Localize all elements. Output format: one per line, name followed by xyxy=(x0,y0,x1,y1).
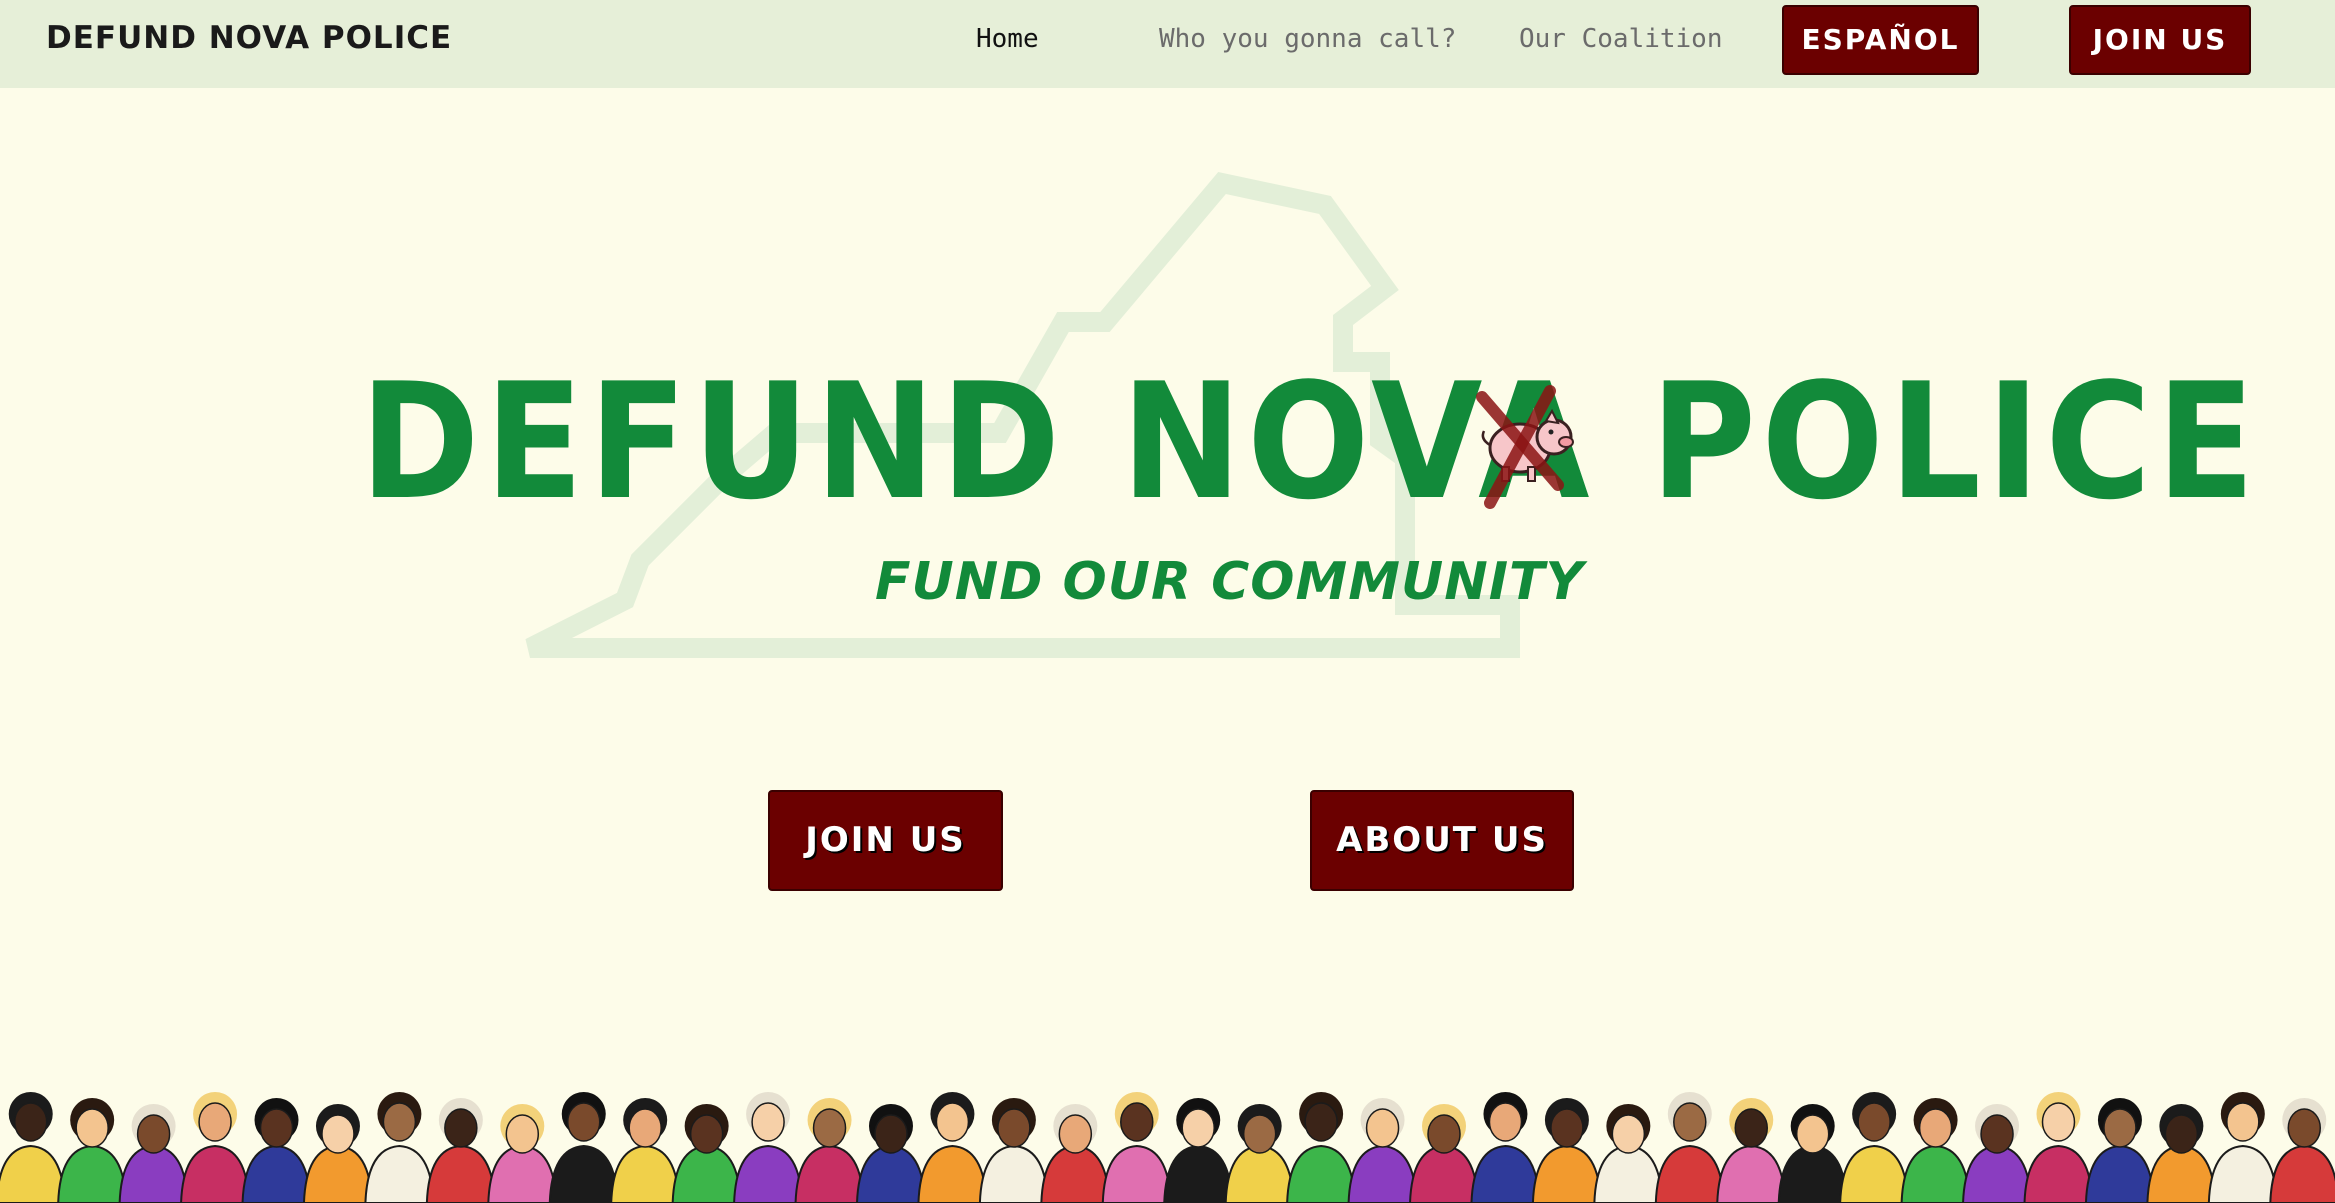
crowd-people-graphic xyxy=(0,1092,2335,1203)
crowd-person xyxy=(855,1104,926,1203)
crowd-person xyxy=(1593,1104,1664,1203)
crowd-person xyxy=(1470,1092,1541,1203)
crowd-person xyxy=(1716,1098,1787,1203)
crowd-person xyxy=(180,1092,251,1203)
crowd-person xyxy=(671,1104,742,1203)
hero-join-us-button[interactable]: JOIN US xyxy=(768,790,1003,891)
crowd-person xyxy=(302,1104,373,1203)
crowd-person xyxy=(1101,1092,1172,1203)
crowd-person xyxy=(548,1092,619,1203)
crowd-person xyxy=(1900,1098,1971,1203)
crowd-person xyxy=(1286,1092,1357,1203)
crowd-person xyxy=(57,1098,128,1203)
crowd-person xyxy=(1040,1104,1111,1203)
crowd-person xyxy=(0,1092,66,1203)
crowd-person xyxy=(1409,1104,1480,1203)
crowd-person xyxy=(118,1104,189,1203)
crowd-person xyxy=(610,1098,681,1203)
crowd-person xyxy=(2146,1104,2217,1203)
crowd-person xyxy=(2269,1098,2335,1203)
crowd-person xyxy=(1163,1098,1234,1203)
crowd-person xyxy=(1777,1104,1848,1203)
crowd-person xyxy=(1962,1104,2033,1203)
crowd-person xyxy=(1531,1098,1602,1203)
crowd-person xyxy=(733,1092,804,1203)
crowd-person xyxy=(487,1104,558,1203)
crowd-person xyxy=(425,1098,496,1203)
crowd-person xyxy=(1839,1092,1910,1203)
crowd-illustration xyxy=(0,1070,2335,1203)
crowd-person xyxy=(1347,1098,1418,1203)
crowd-person xyxy=(2084,1098,2155,1203)
crowd-person xyxy=(2023,1092,2094,1203)
hero-about-us-button[interactable]: ABOUT US xyxy=(1310,790,1574,891)
crowd-person xyxy=(2207,1092,2278,1203)
crowd-person xyxy=(1654,1092,1725,1203)
crowd-person xyxy=(1224,1104,1295,1203)
crowd-person xyxy=(917,1092,988,1203)
crowd-person xyxy=(978,1098,1049,1203)
crowd-person xyxy=(241,1098,312,1203)
crossed-pig-icon xyxy=(1476,385,1574,509)
crowd-person xyxy=(794,1098,865,1203)
hero-subtitle: FUND OUR COMMUNITY xyxy=(875,552,1585,612)
crowd-person xyxy=(364,1092,435,1203)
